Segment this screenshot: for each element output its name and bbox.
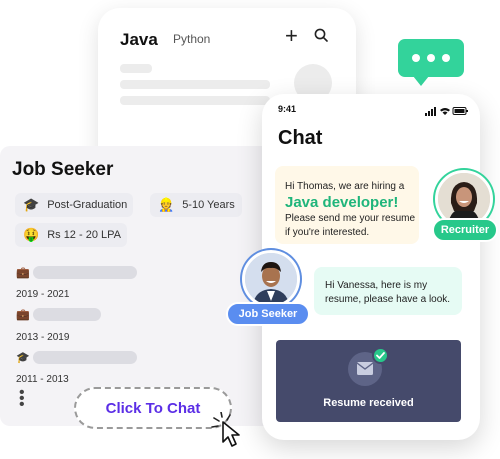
placeholder-line	[33, 308, 101, 321]
more-options-icon[interactable]: • • •	[19, 385, 25, 413]
briefcase-icon: 💼	[16, 267, 30, 279]
education-chip: 🎓 Post-Graduation	[15, 193, 133, 217]
chip-label: Rs 12 - 20 LPA	[47, 229, 121, 241]
money-face-icon: 🤑	[23, 227, 40, 242]
click-to-chat-button[interactable]: Click To Chat	[74, 387, 232, 429]
placeholder-line	[33, 266, 137, 279]
message-line: Hi Vanessa, here is my	[325, 280, 428, 291]
wifi-icon	[440, 108, 450, 115]
chat-title: Chat	[278, 127, 323, 149]
job-seeker-title: Job Seeker	[12, 159, 114, 180]
typing-bubble-icon	[398, 39, 464, 86]
chip-label: Post-Graduation	[47, 199, 128, 211]
recruiter-label: Recruiter	[432, 218, 498, 242]
pointer-cursor-icon	[210, 411, 250, 453]
briefcase-icon: 💼	[16, 309, 30, 321]
placeholder-line	[33, 351, 137, 364]
salary-chip: 🤑 Rs 12 - 20 LPA	[15, 223, 127, 247]
graduation-cap-icon: 🎓	[16, 352, 30, 364]
dot	[412, 54, 420, 62]
sent-message-bubble	[314, 267, 462, 315]
placeholder-line	[120, 96, 270, 105]
dot	[442, 54, 450, 62]
battery-icon	[452, 107, 468, 115]
message-line: Please send me your resume	[285, 213, 416, 224]
resume-received-label: Resume received	[323, 397, 414, 409]
graduation-cap-icon: 🎓	[23, 197, 40, 212]
experience-years: 2013 - 2019	[16, 332, 70, 343]
experience-years: 2019 - 2021	[16, 289, 70, 300]
click-to-chat-label: Click To Chat	[105, 399, 201, 417]
search-icon[interactable]	[314, 28, 328, 47]
message-line: resume, please have a look.	[325, 294, 451, 305]
tab-python[interactable]: Python	[173, 32, 210, 46]
chip-label: 5-10 Years	[182, 199, 235, 211]
message-highlight: Java developer!	[285, 194, 399, 211]
experience-chip: 👷 5-10 Years	[150, 193, 242, 217]
placeholder-line	[120, 80, 270, 89]
signal-icon	[425, 107, 436, 116]
dot	[427, 54, 435, 62]
status-icons	[425, 103, 469, 121]
plus-icon[interactable]: +	[285, 25, 298, 47]
job-seeker-label: Job Seeker	[226, 302, 310, 326]
worker-icon: 👷	[158, 197, 175, 212]
check-icon	[372, 347, 389, 364]
placeholder-line	[120, 64, 152, 73]
message-line: Hi Thomas, we are hiring a	[285, 181, 405, 192]
message-line: if you're interested.	[285, 227, 370, 238]
status-time: 9:41	[278, 104, 297, 114]
tab-java[interactable]: Java	[120, 30, 158, 50]
job-seeker-avatar	[242, 250, 300, 308]
